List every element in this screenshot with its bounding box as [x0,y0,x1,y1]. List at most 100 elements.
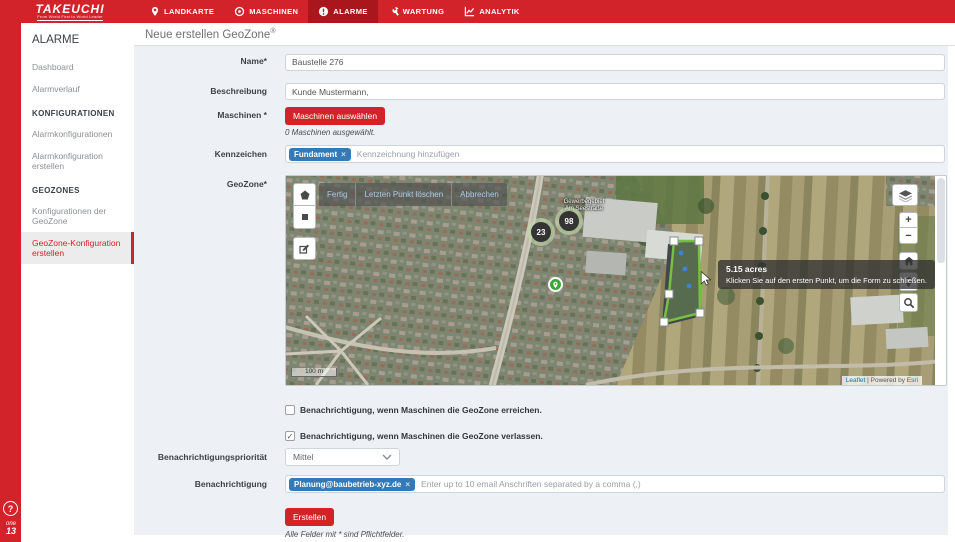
tooltip-area-value: 5.15 acres [726,264,927,274]
one13-bottom: 13 [2,528,20,535]
rectangle-icon [299,211,311,223]
name-label: Name* [134,56,267,66]
zoom-out-button[interactable]: − [899,228,918,244]
kennzeichen-tagbox[interactable]: Fundament× [285,145,945,163]
registered-mark: ® [270,28,275,35]
chevron-down-icon [382,454,392,461]
nav-item-landkarte[interactable]: LANDKARTE [140,0,224,23]
tooltip-instruction: Klicken Sie auf den ersten Punkt, um die… [726,276,927,285]
sidebar-item-alarmkonfiguration-erstellen[interactable]: Alarmkonfiguration erstellen [21,145,134,177]
sidebar-section-geozones: GEOZONES [21,177,134,200]
draw-action-fertig[interactable]: Fertig [319,183,356,206]
edit-icon [298,242,311,255]
kennzeichen-tag[interactable]: Fundament× [289,148,351,161]
draw-polygon-button[interactable] [293,183,316,206]
checkbox-verlassen-label: Benachrichtigung, wenn Maschinen die Geo… [300,431,543,441]
beschreibung-input[interactable] [285,83,945,100]
sidebar-item-geozone-konfiguration-erstellen[interactable]: GeoZone-Konfiguration erstellen [21,232,134,264]
zoom-in-button[interactable]: + [899,212,918,228]
name-input[interactable] [285,54,945,71]
geozone-label: GeoZone* [134,175,267,189]
layers-button[interactable] [892,184,918,206]
chart-icon [464,6,475,17]
page-title: Neue erstellen GeoZone® [134,23,955,41]
machine-cluster[interactable]: 23 [527,218,555,246]
nav-label: MASCHINEN [249,7,298,16]
wrench-icon [388,6,399,17]
machine-cluster[interactable]: 98 [555,207,583,235]
row-maschinen: Maschinen * Maschinen auswählen 0 Maschi… [134,106,948,137]
machine-marker[interactable] [548,277,563,292]
nav-label: ALARME [333,7,367,16]
email-tag[interactable]: Planung@baubetrieb-xyz.de× [289,478,415,491]
logo-tagline: From World First to World Leader [37,14,103,21]
map-attribution: Leaflet | Powered by Esri [842,376,922,385]
erstellen-button[interactable]: Erstellen [285,508,334,526]
sidebar-item-konfigurationen-der-geozone[interactable]: Konfigurationen der GeoZone [21,200,134,232]
layers-icon [898,189,913,202]
sidebar-item-alarmverlauf[interactable]: Alarmverlauf [21,78,134,100]
nav-item-alarme[interactable]: ALARME [308,0,377,23]
maschinen-auswaehlen-button[interactable]: Maschinen auswählen [285,107,385,125]
one13-logo[interactable]: one 13 [2,521,20,535]
draw-action-abbrechen[interactable]: Abbrechen [452,183,507,206]
row-geozone: GeoZone* [134,175,948,386]
help-button[interactable]: ? [3,501,18,516]
map-search-button[interactable] [899,293,918,312]
cluster-count: 98 [559,211,579,231]
nav-menu: LANDKARTE MASCHINEN ALARME WARTUNG ANALY… [140,0,530,23]
row-name: Name* [134,52,948,71]
draw-action-letzten-punkt-loeschen[interactable]: Letzten Punkt löschen [356,183,452,206]
edit-shape-button[interactable] [293,237,316,260]
kennzeichen-label: Kennzeichen [134,149,267,159]
cluster-count: 23 [531,222,551,242]
map-scale: 100 m [291,368,337,377]
tag-close-icon[interactable]: × [341,150,346,159]
row-beschreibung: Beschreibung [134,82,948,101]
cursor-icon [700,271,712,286]
draw-actions-bar: Fertig Letzten Punkt löschen Abbrechen [319,183,507,206]
draw-rectangle-button[interactable] [293,206,316,229]
logo-text: TAKEUCHI [35,4,104,14]
prioritaet-select[interactable]: Mittel [285,448,400,466]
checkbox-erreichen[interactable] [285,405,295,415]
benachrichtigung-label: Benachrichtigung [134,479,267,489]
draw-toolbar [293,183,316,260]
sidebar-item-dashboard[interactable]: Dashboard [21,56,134,78]
map-scrollbar[interactable] [937,178,945,263]
nav-item-maschinen[interactable]: MASCHINEN [224,0,308,23]
polygon-icon [299,189,311,201]
alarm-icon [318,6,329,17]
nav-label: ANALYTIK [479,7,519,16]
checkbox-verlassen[interactable]: ✓ [285,431,295,441]
row-kennzeichen: Kennzeichen Fundament× [134,145,948,163]
tag-close-icon[interactable]: × [405,480,410,489]
sidebar-item-alarmkonfigurationen[interactable]: Alarmkonfigurationen [21,123,134,145]
row-checkbox-erreichen: Benachrichtigung, wenn Maschinen die Geo… [285,405,948,415]
kennzeichen-input[interactable] [357,147,941,161]
nav-label: WARTUNG [403,7,445,16]
sidebar-title: ALARME [21,23,134,56]
row-benachrichtigung: Benachrichtigung Planung@baubetrieb-xyz.… [134,475,948,493]
nav-item-analytik[interactable]: ANALYTIK [454,0,529,23]
benachrichtigung-tagbox[interactable]: Planung@baubetrieb-xyz.de× [285,475,945,493]
search-icon [903,297,915,309]
maschinen-count-hint: 0 Maschinen ausgewählt. [285,128,945,137]
left-brand-stripe: ? one 13 [0,23,21,542]
geozone-form: Name* Beschreibung Maschinen * Maschinen… [134,46,948,535]
prioritaet-value: Mittel [293,452,313,462]
nav-item-wartung[interactable]: WARTUNG [378,0,455,23]
row-checkbox-verlassen: ✓ Benachrichtigung, wenn Maschinen die G… [285,431,948,441]
draw-tooltip: 5.15 acres Klicken Sie auf den ersten Pu… [718,260,935,289]
required-fields-note: Alle Felder mit * sind Pflichtfelder. [285,530,945,539]
esri-link[interactable]: Esri [907,377,918,384]
row-prioritaet: Benachrichtigungspriorität Mittel [134,448,948,466]
row-submit: Erstellen Alle Felder mit * sind Pflicht… [134,507,948,539]
help-label: ? [8,504,14,514]
leaflet-link[interactable]: Leaflet [846,377,866,384]
geozone-map[interactable]: Fertig Letzten Punkt löschen Abbrechen +… [286,176,935,385]
map-pin-icon [150,6,160,17]
checkbox-erreichen-label: Benachrichtigung, wenn Maschinen die Geo… [300,405,542,415]
takeuchi-logo[interactable]: TAKEUCHI From World First to World Leade… [0,0,140,23]
benachrichtigung-input[interactable] [421,477,941,491]
